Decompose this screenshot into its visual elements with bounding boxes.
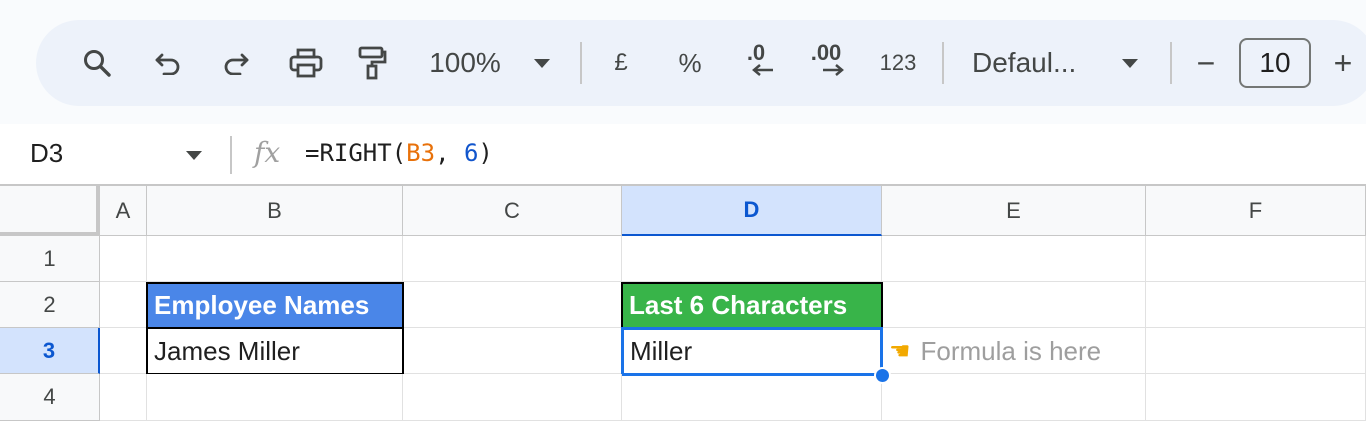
zoom-value: 100% xyxy=(429,47,501,78)
paint-format-button[interactable] xyxy=(350,20,394,106)
print-icon xyxy=(289,48,323,78)
chevron-down-icon xyxy=(1122,58,1138,68)
cell-a1[interactable] xyxy=(100,236,147,282)
cell-a3[interactable] xyxy=(100,328,147,374)
more-formats-button[interactable]: 123 xyxy=(872,20,924,106)
percent-label: % xyxy=(678,47,702,78)
pointing-hand-icon: ☚ xyxy=(889,337,911,365)
arrow-left-icon xyxy=(752,64,773,76)
row-header-3[interactable]: 3 xyxy=(0,328,100,374)
formula-separator: , xyxy=(435,139,464,167)
column-header-e[interactable]: E xyxy=(882,186,1146,236)
decrease-decimal-label: .0 xyxy=(746,40,766,65)
increase-decimal-button[interactable]: .00 xyxy=(804,20,848,106)
select-all-corner[interactable] xyxy=(0,186,100,236)
zoom-select[interactable]: 100% xyxy=(420,20,510,106)
cell-b4[interactable] xyxy=(147,374,403,421)
font-size-input[interactable]: 10 xyxy=(1239,38,1311,88)
number-format-label: 123 xyxy=(879,50,917,75)
undo-button[interactable] xyxy=(144,20,192,106)
paint-format-icon xyxy=(358,46,387,80)
increase-decimal-label: .00 xyxy=(810,40,842,65)
fill-handle[interactable] xyxy=(874,367,891,384)
name-box[interactable]: D3 xyxy=(30,138,63,169)
cell-a4[interactable] xyxy=(100,374,147,421)
formula-cell-ref: B3 xyxy=(406,139,436,167)
cell-f1[interactable] xyxy=(1146,236,1366,282)
search-icon xyxy=(84,50,111,77)
zoom-dropdown-button[interactable] xyxy=(530,20,554,106)
cell-e2[interactable] xyxy=(883,282,1146,328)
search-button[interactable] xyxy=(72,20,122,106)
cell-c2[interactable] xyxy=(404,282,622,328)
cell-b3[interactable]: James Miller xyxy=(146,327,404,375)
toolbar-divider xyxy=(1170,42,1172,84)
row-header-1[interactable]: 1 xyxy=(0,236,100,282)
font-family-value: Defaul... xyxy=(972,47,1077,78)
formula-number: 6 xyxy=(463,139,479,167)
toolbar-divider xyxy=(580,42,582,84)
increase-font-size-button[interactable]: + xyxy=(1328,20,1358,106)
cell-f3[interactable] xyxy=(1146,328,1366,374)
spreadsheet-grid: A B C D E F 1 2 3 4 Employee Names Last … xyxy=(0,186,1366,421)
column-header-c[interactable]: C xyxy=(403,186,622,236)
arrow-right-icon xyxy=(823,64,844,76)
toolbar-area: 100% £ % .0 .00 123 Defaul... − + 10 xyxy=(0,0,1366,124)
redo-button[interactable] xyxy=(212,20,260,106)
decrease-font-size-button[interactable]: − xyxy=(1186,20,1226,106)
cell-e4[interactable] xyxy=(882,374,1146,421)
formula-suffix: ) xyxy=(478,139,493,167)
percent-format-button[interactable]: % xyxy=(674,20,706,106)
fx-icon: fx xyxy=(254,136,281,169)
cell-a2[interactable] xyxy=(100,282,147,328)
annotation-note: ☚ Formula is here xyxy=(889,328,1101,374)
cell-d2[interactable]: Last 6 Characters xyxy=(621,282,883,329)
cell-b1[interactable] xyxy=(147,236,403,282)
print-button[interactable] xyxy=(282,20,330,106)
redo-icon xyxy=(224,53,249,75)
cell-f2[interactable] xyxy=(1146,282,1366,328)
cell-c4[interactable] xyxy=(403,374,622,421)
cell-d1[interactable] xyxy=(622,236,882,282)
column-header-b[interactable]: B xyxy=(147,186,403,236)
formula-input[interactable]: =RIGHT(B3, 6) xyxy=(305,139,493,167)
formula-prefix: =RIGHT( xyxy=(305,139,407,167)
cell-d3[interactable]: Miller xyxy=(621,327,883,376)
toolbar: 100% £ % .0 .00 123 Defaul... − + xyxy=(36,20,1366,106)
font-size-value: 10 xyxy=(1259,47,1291,78)
chevron-down-icon xyxy=(186,151,202,160)
toolbar-divider xyxy=(942,42,944,84)
currency-label: £ xyxy=(614,49,628,76)
font-family-dropdown-button[interactable] xyxy=(1118,20,1142,106)
row-header-4[interactable]: 4 xyxy=(0,374,100,421)
cell-d4[interactable] xyxy=(622,376,882,421)
name-box-dropdown-button[interactable] xyxy=(186,151,202,160)
annotation-text: Formula is here xyxy=(920,335,1102,366)
currency-format-button[interactable]: £ xyxy=(606,20,636,106)
minus-icon: − xyxy=(1196,44,1216,81)
cell-b2[interactable]: Employee Names xyxy=(146,282,404,329)
cell-f4[interactable] xyxy=(1146,374,1366,421)
row-header-2[interactable]: 2 xyxy=(0,282,100,328)
cell-c3[interactable] xyxy=(404,328,622,374)
font-family-select[interactable]: Defaul... xyxy=(972,20,1112,106)
formula-bar-divider xyxy=(230,136,232,174)
undo-icon xyxy=(155,53,180,75)
column-header-d[interactable]: D xyxy=(622,186,882,236)
column-header-f[interactable]: F xyxy=(1146,186,1366,236)
cell-e1[interactable] xyxy=(882,236,1146,282)
cell-c1[interactable] xyxy=(403,236,622,282)
column-header-a[interactable]: A xyxy=(100,186,147,236)
plus-icon: + xyxy=(1333,44,1353,81)
formula-bar: D3 fx =RIGHT(B3, 6) xyxy=(0,124,1366,186)
chevron-down-icon xyxy=(534,58,550,68)
decrease-decimal-button[interactable]: .0 xyxy=(736,20,776,106)
